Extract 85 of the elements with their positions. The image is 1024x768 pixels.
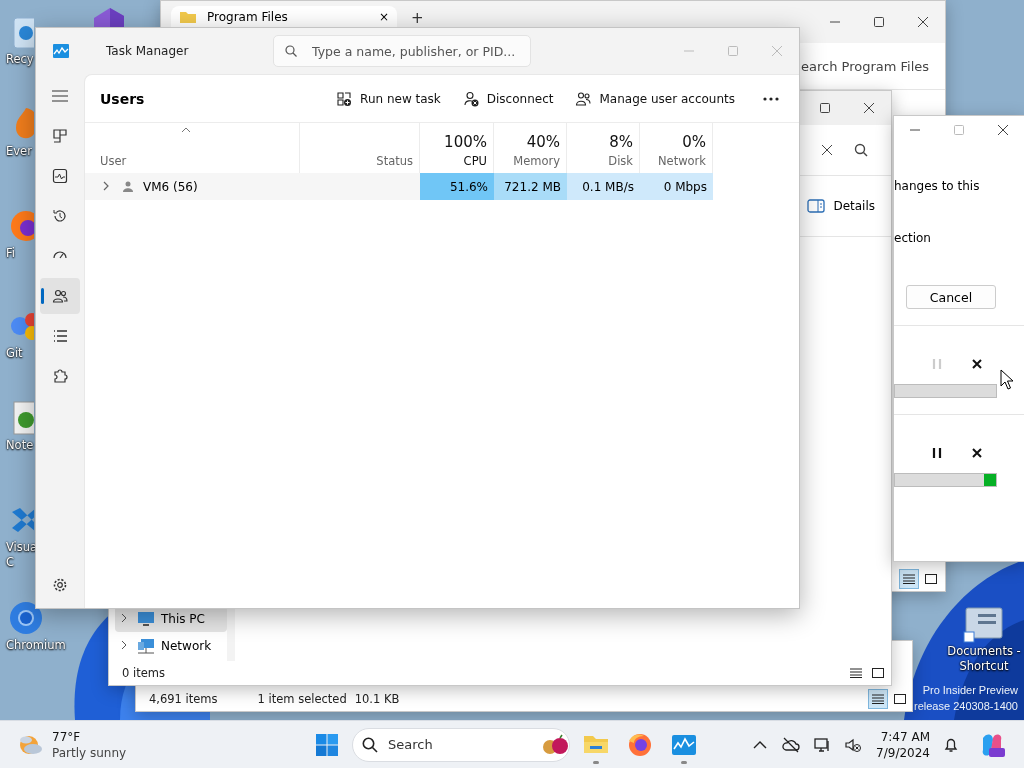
chevron-icon	[121, 612, 127, 623]
page-title: Users	[100, 90, 145, 107]
dialog-text: ection	[894, 231, 932, 245]
close-icon	[863, 102, 875, 114]
close-button[interactable]	[972, 359, 982, 369]
window-title: Task Manager	[106, 44, 190, 58]
list-icon	[52, 328, 68, 344]
maximize-icon	[953, 124, 965, 136]
usage-cell: 0 Mbps	[640, 173, 713, 200]
status-text: 1 item selected	[257, 692, 347, 706]
dialog-text: hanges to this	[894, 179, 981, 193]
users-icon	[52, 288, 68, 304]
fruit-icon	[541, 733, 569, 756]
nav-item[interactable]: Network	[115, 633, 227, 659]
weather-text[interactable]: Partly sunny	[52, 744, 127, 761]
menu-icon	[52, 90, 68, 102]
search-icon	[362, 736, 378, 753]
monitor-icon	[813, 735, 832, 754]
nav-button[interactable]	[40, 278, 80, 314]
toolbar-button[interactable]: Disconnect	[454, 84, 562, 113]
windows-logo-icon	[316, 733, 338, 756]
cursor-icon	[1000, 369, 1014, 391]
more-icon	[763, 96, 779, 101]
tiles-icon	[894, 694, 906, 704]
usage-cell: 51.6%	[420, 173, 494, 200]
new-tab-button[interactable]: +	[411, 10, 424, 26]
usage-cell: 721.2 MB	[494, 173, 567, 200]
folder-icon	[179, 10, 197, 24]
list-icon	[903, 574, 915, 584]
grid-icon	[52, 128, 68, 144]
search-icon	[285, 45, 297, 57]
maximize-icon	[819, 102, 831, 114]
puzzle-icon	[52, 368, 68, 384]
clock[interactable]: 7:47 AM 7/9/2024	[876, 728, 930, 761]
usage-cell: 0.1 MB/s	[567, 173, 640, 200]
status-text: 10.1 KB	[354, 692, 400, 706]
icon-label[interactable]: Visua	[6, 540, 38, 555]
close-icon	[997, 124, 1009, 136]
icon-label[interactable]: Documents -	[947, 644, 1021, 659]
network-icon	[137, 638, 155, 654]
details-view-button[interactable]	[868, 689, 888, 709]
status-text: 0 items	[122, 666, 165, 680]
pulse-icon	[52, 168, 68, 184]
maximize-icon	[873, 16, 885, 28]
search-field[interactable]: Search	[352, 727, 570, 762]
search-field[interactable]: Type a name, publisher, or PID...	[273, 35, 531, 67]
close-icon	[821, 144, 833, 156]
tiles-icon	[925, 574, 937, 584]
tab[interactable]: Program Files ×	[171, 6, 397, 28]
computer-icon	[137, 611, 155, 627]
user-icon	[123, 181, 133, 192]
watermark-text: release 240308-1400	[914, 700, 1018, 712]
user-name: VM6 (56)	[143, 179, 198, 194]
details-view-button[interactable]	[899, 569, 919, 589]
tab-close-button[interactable]: ×	[378, 10, 389, 24]
search-icon	[854, 143, 868, 157]
search-field[interactable]: earch Program Files	[800, 50, 936, 82]
cloud-off-icon	[782, 735, 801, 754]
history-icon	[52, 208, 68, 224]
task-plus-icon	[336, 90, 353, 107]
details-button[interactable]: Details	[805, 195, 877, 217]
sort-caret-icon	[181, 127, 191, 133]
toolbar-button[interactable]: Run new task	[328, 84, 449, 113]
user-remove-icon	[462, 90, 479, 107]
temperature-text[interactable]: 77°F	[52, 728, 127, 745]
close-button[interactable]	[972, 448, 982, 458]
maximize-icon	[727, 45, 739, 57]
icon-label[interactable]: Shortcut	[959, 659, 1009, 674]
chevron-icon	[103, 180, 109, 191]
close-icon	[917, 16, 929, 28]
tiles-icon	[872, 668, 884, 678]
toolbar-button[interactable]: Manage user accounts	[567, 84, 743, 113]
chevron-icon	[121, 639, 127, 650]
status-text: 4,691 items	[149, 692, 218, 706]
cancel-button[interactable]: Cancel	[906, 285, 996, 309]
tab-title: Program Files	[207, 10, 289, 24]
close-icon	[771, 45, 783, 57]
chart-logo-icon	[53, 44, 69, 58]
settings-icon	[52, 577, 68, 593]
panel-icon	[807, 199, 826, 213]
list-icon	[850, 668, 862, 678]
watermark-text: Pro Insider Preview	[922, 684, 1018, 696]
pause-button[interactable]	[932, 447, 942, 459]
users-icon	[575, 90, 592, 107]
list-icon	[872, 694, 884, 704]
